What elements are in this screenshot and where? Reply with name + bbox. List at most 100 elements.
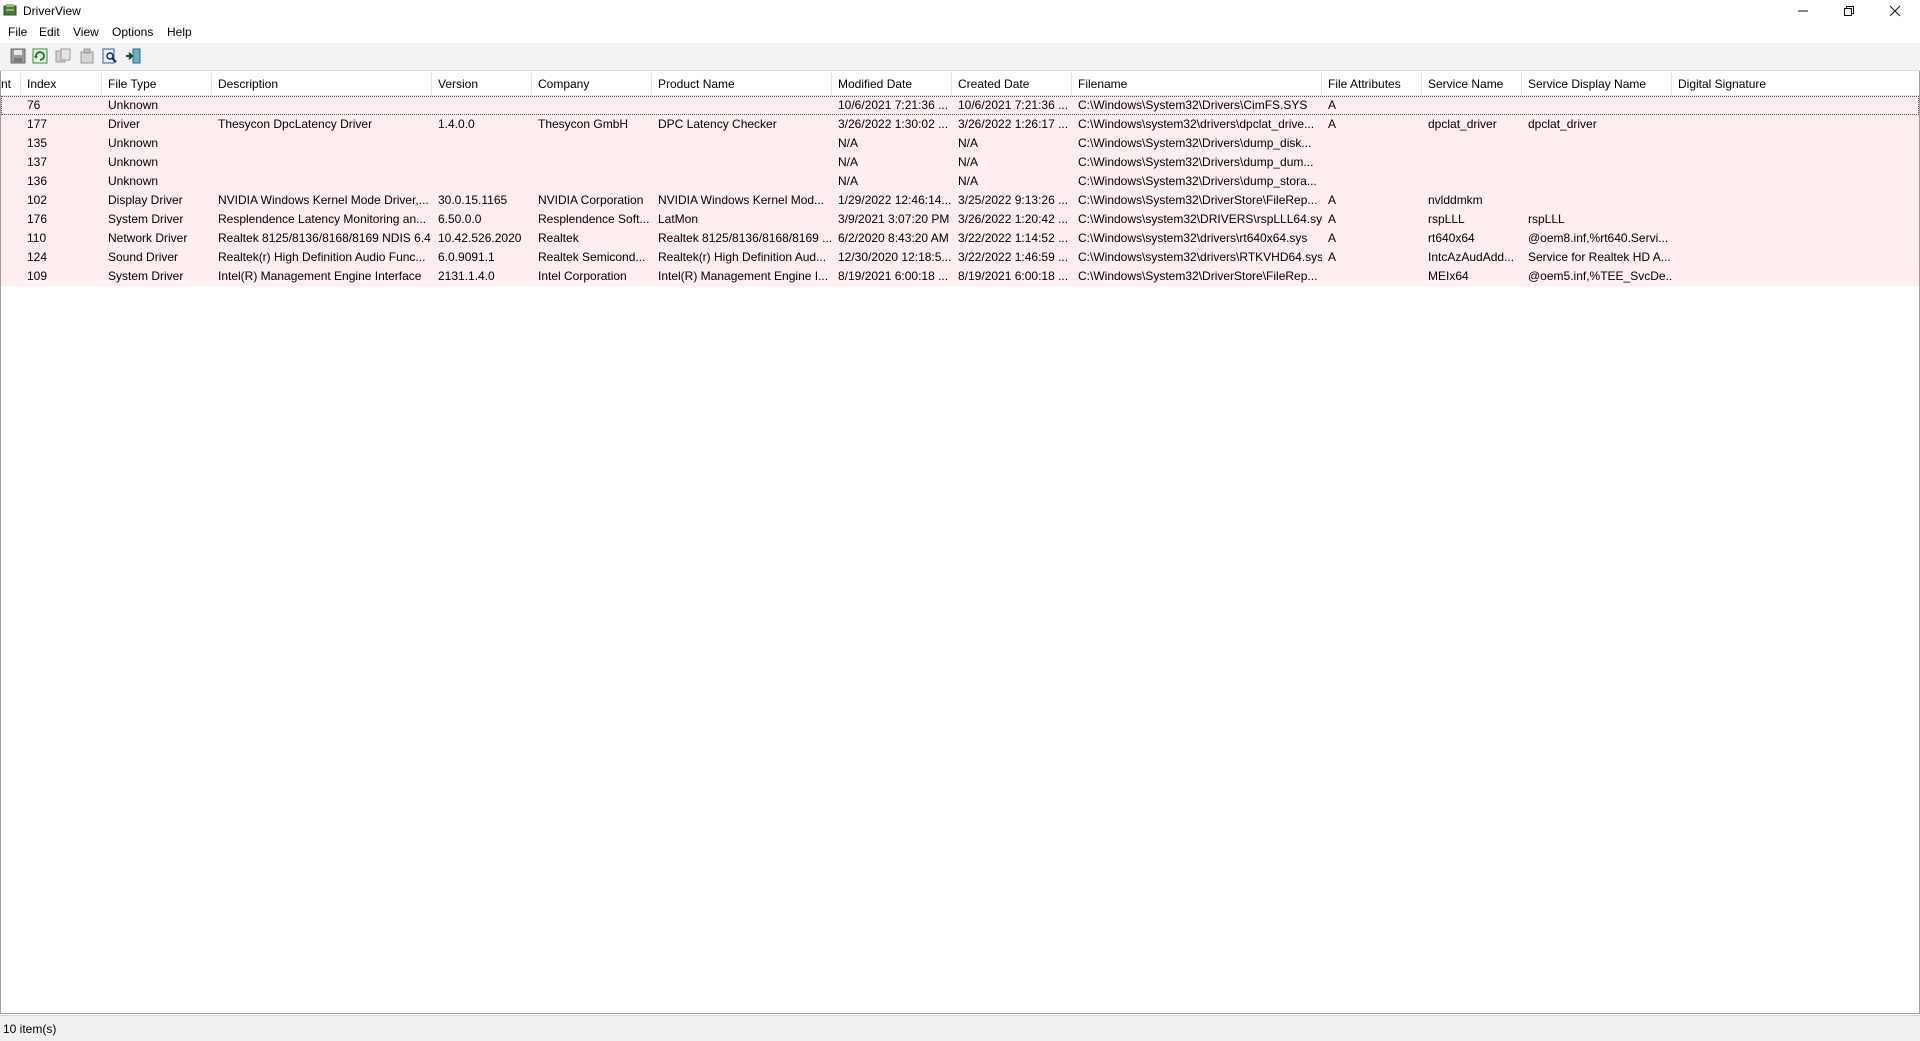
cell-created-date: 8/19/2021 6:00:18 ... bbox=[958, 269, 1069, 283]
cell-modified-date: 10/6/2021 7:21:36 ... bbox=[838, 98, 949, 112]
close-button[interactable] bbox=[1872, 0, 1918, 22]
exit-button[interactable] bbox=[124, 47, 142, 65]
column-header-file-attributes[interactable]: File Attributes bbox=[1322, 73, 1422, 95]
cell-index: 176 bbox=[27, 212, 48, 226]
cell-product-name bbox=[652, 153, 832, 172]
save-icon bbox=[10, 48, 26, 64]
table-row[interactable]: 136 Unknown N/A N/A C:\Windows\System32\Driv… bbox=[1, 172, 1919, 191]
cell-company bbox=[532, 153, 652, 172]
cell-version bbox=[432, 96, 532, 115]
table-row[interactable]: 109 System Driver Intel(R) Management Engi… bbox=[1, 267, 1919, 286]
cell-digital-signature bbox=[1672, 229, 1919, 248]
save-button[interactable] bbox=[9, 47, 27, 65]
cell-service-name: rt640x64 bbox=[1428, 231, 1475, 245]
cell-company: Thesycon GmbH bbox=[538, 117, 629, 131]
column-header-modified-date[interactable]: Modified Date bbox=[832, 73, 952, 95]
column-header-company[interactable]: Company bbox=[532, 73, 652, 95]
find-button[interactable] bbox=[101, 47, 119, 65]
cell-nt bbox=[1, 115, 21, 134]
properties-button[interactable] bbox=[78, 47, 96, 65]
cell-file-type: Sound Driver bbox=[108, 250, 179, 264]
cell-product-name bbox=[652, 172, 832, 191]
cell-modified-date: 6/2/2020 8:43:20 AM bbox=[838, 231, 949, 245]
cell-index: 109 bbox=[27, 269, 48, 283]
column-header-nt[interactable]: nt bbox=[1, 73, 21, 95]
cell-version bbox=[432, 134, 532, 153]
copy-button[interactable] bbox=[54, 47, 72, 65]
title-bar: DriverView bbox=[0, 0, 1920, 22]
driver-list[interactable]: nt Index File Type Description Version C… bbox=[0, 71, 1920, 1014]
cell-service-name bbox=[1422, 134, 1522, 153]
cell-description bbox=[212, 172, 432, 191]
cell-file-type: Unknown bbox=[108, 155, 159, 169]
cell-service-name bbox=[1422, 172, 1522, 191]
cell-digital-signature bbox=[1672, 96, 1919, 115]
table-row[interactable]: 76 Unknown 10/6/2021 7:21:36 ... 10/6/2021 … bbox=[1, 96, 1919, 115]
table-row[interactable]: 110 Network Driver Realtek 8125/8136/8168/… bbox=[1, 229, 1919, 248]
cell-service-name: nvlddmkm bbox=[1428, 193, 1483, 207]
column-header-digital-signature[interactable]: Digital Signature bbox=[1672, 73, 1919, 95]
cell-description: Intel(R) Management Engine Interface bbox=[218, 269, 422, 283]
column-header-service-display-name[interactable]: Service Display Name bbox=[1522, 73, 1672, 95]
cell-service-display-name bbox=[1522, 172, 1672, 191]
toolbar bbox=[0, 43, 1920, 71]
table-row[interactable]: 176 System Driver Resplendence Latency Mon… bbox=[1, 210, 1919, 229]
cell-filename: C:\Windows\system32\drivers\dpclat_drive… bbox=[1078, 117, 1315, 131]
cell-company: Intel Corporation bbox=[538, 269, 627, 283]
minimize-button[interactable] bbox=[1780, 0, 1826, 22]
cell-filename: C:\Windows\System32\DriverStore\FileRep.… bbox=[1078, 269, 1318, 283]
cell-filename: C:\Windows\System32\Drivers\dump_dum... bbox=[1078, 155, 1314, 169]
column-header-service-name[interactable]: Service Name bbox=[1422, 73, 1522, 95]
column-header-version[interactable]: Version bbox=[432, 73, 532, 95]
table-row[interactable]: 177 Driver Thesycon DpcLatency Driver 1.4.0… bbox=[1, 115, 1919, 134]
cell-nt bbox=[1, 229, 21, 248]
cell-file-attributes: A bbox=[1328, 212, 1337, 226]
cell-file-attributes bbox=[1322, 172, 1422, 191]
column-header-filename[interactable]: Filename bbox=[1072, 73, 1322, 95]
status-bar: 10 item(s) bbox=[0, 1015, 1920, 1041]
app-icon bbox=[3, 4, 17, 16]
cell-description: Resplendence Latency Monitoring an... bbox=[218, 212, 427, 226]
refresh-button[interactable] bbox=[31, 47, 49, 65]
column-header-index[interactable]: Index bbox=[21, 73, 102, 95]
cell-filename: C:\Windows\system32\drivers\rt640x64.sys bbox=[1078, 231, 1308, 245]
cell-file-type: Display Driver bbox=[108, 193, 183, 207]
menu-view[interactable]: View bbox=[73, 25, 99, 39]
table-row[interactable]: 137 Unknown N/A N/A C:\Windows\System32\Driv… bbox=[1, 153, 1919, 172]
menu-edit[interactable]: Edit bbox=[39, 25, 60, 39]
table-row[interactable]: 102 Display Driver NVIDIA Windows Kernel M… bbox=[1, 191, 1919, 210]
cell-description bbox=[212, 153, 432, 172]
cell-service-name bbox=[1422, 96, 1522, 115]
cell-product-name bbox=[652, 96, 832, 115]
refresh-icon bbox=[32, 48, 48, 64]
properties-icon bbox=[80, 48, 94, 64]
table-row[interactable]: 135 Unknown N/A N/A C:\Windows\System32\Driv… bbox=[1, 134, 1919, 153]
column-header-created-date[interactable]: Created Date bbox=[952, 73, 1072, 95]
cell-description: Realtek(r) High Definition Audio Func... bbox=[218, 250, 426, 264]
cell-product-name bbox=[652, 134, 832, 153]
cell-version bbox=[432, 172, 532, 191]
cell-index: 102 bbox=[27, 193, 48, 207]
cell-digital-signature bbox=[1672, 134, 1919, 153]
cell-version: 1.4.0.0 bbox=[438, 117, 475, 131]
cell-filename: C:\Windows\System32\Drivers\dump_disk... bbox=[1078, 136, 1312, 150]
menu-help[interactable]: Help bbox=[167, 25, 192, 39]
cell-version: 10.42.526.2020 bbox=[438, 231, 522, 245]
cell-service-display-name bbox=[1522, 153, 1672, 172]
cell-index: 124 bbox=[27, 250, 48, 264]
cell-created-date: 3/22/2022 1:46:59 ... bbox=[958, 250, 1069, 264]
cell-modified-date: 3/26/2022 1:30:02 ... bbox=[838, 117, 949, 131]
restore-button[interactable] bbox=[1826, 0, 1872, 22]
cell-service-name bbox=[1422, 153, 1522, 172]
cell-service-name: IntcAzAudAdd... bbox=[1428, 250, 1515, 264]
table-row[interactable]: 124 Sound Driver Realtek(r) High Definitio… bbox=[1, 248, 1919, 267]
cell-digital-signature bbox=[1672, 210, 1919, 229]
cell-file-attributes: A bbox=[1328, 250, 1337, 264]
cell-digital-signature bbox=[1672, 115, 1919, 134]
column-header-description[interactable]: Description bbox=[212, 73, 432, 95]
cell-nt bbox=[1, 172, 21, 191]
menu-options[interactable]: Options bbox=[112, 25, 153, 39]
column-header-file-type[interactable]: File Type bbox=[102, 73, 212, 95]
column-header-product-name[interactable]: Product Name bbox=[652, 73, 832, 95]
menu-file[interactable]: File bbox=[8, 25, 27, 39]
